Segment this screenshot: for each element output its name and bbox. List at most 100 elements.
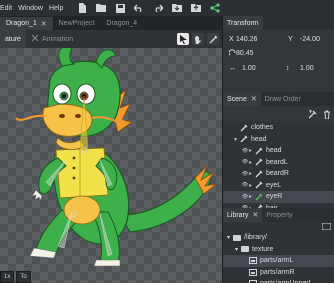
- close-icon[interactable]: ✕: [251, 95, 257, 103]
- scale-y-field[interactable]: 1.00: [294, 65, 334, 72]
- tab-transform[interactable]: Transform: [223, 16, 263, 30]
- doc-tab-newproject[interactable]: NewProject: [53, 17, 101, 30]
- bone-icon: [255, 181, 263, 189]
- mode-bar: ature Animation: [0, 30, 222, 48]
- export-icon[interactable]: [191, 3, 202, 13]
- stage-canvas[interactable]: 1x To: [0, 48, 222, 283]
- menu-edit[interactable]: Edit: [0, 5, 18, 12]
- doc-tab-label: Dragon_1: [6, 20, 37, 27]
- import-icon[interactable]: [172, 3, 183, 13]
- rotation-row: 80.45: [223, 46, 334, 60]
- delete-icon[interactable]: [323, 110, 331, 121]
- tab-draw-order[interactable]: Draw Order: [261, 92, 305, 106]
- rotation-icon: [223, 48, 236, 58]
- tab-label: Property: [266, 211, 293, 219]
- share-icon[interactable]: [210, 3, 220, 13]
- zoom-button[interactable]: 1x: [0, 271, 15, 283]
- add-bone-icon[interactable]: [308, 110, 317, 121]
- bone-icon: [255, 193, 263, 201]
- bone-icon: [240, 124, 248, 132]
- tab-property[interactable]: Property: [262, 208, 296, 222]
- scene-item-label: head: [266, 147, 282, 155]
- visibility-icon[interactable]: 👁: [241, 148, 249, 154]
- tab-armature[interactable]: ature: [0, 30, 26, 48]
- visibility-icon[interactable]: 👁: [241, 182, 249, 188]
- library-item-label: /library/: [244, 234, 267, 242]
- library-panel: Library ✕ Property ▾/library/▾ texture par…: [222, 208, 334, 283]
- library-item[interactable]: parts/armUpperL: [223, 278, 334, 283]
- tab-animation[interactable]: Animation: [26, 30, 78, 48]
- scene-item-label: eyeL: [266, 181, 282, 189]
- close-icon[interactable]: ✕: [41, 20, 47, 28]
- x-label: X: [229, 35, 234, 43]
- library-item[interactable]: ▾ texture: [223, 244, 334, 256]
- doc-tab-dragon-4[interactable]: Dragon_4: [100, 17, 143, 30]
- undo-icon[interactable]: [134, 3, 144, 13]
- image-icon: [249, 257, 257, 265]
- doc-tab-dragon-1[interactable]: Dragon_1 ✕: [0, 17, 53, 30]
- library-tree: ▾/library/▾textureparts/armL parts/armR pa…: [223, 232, 334, 283]
- library-item-label: parts/armR: [260, 268, 295, 276]
- scene-item-eyel[interactable]: 👁 ▸ eyeL: [223, 180, 334, 192]
- select-tool-icon[interactable]: [177, 33, 189, 45]
- rotation-field[interactable]: 80.45: [236, 50, 276, 57]
- create-bone-tool-icon[interactable]: [207, 33, 219, 45]
- scene-header: Scene ✕ Draw Order: [223, 92, 334, 106]
- tab-label: Transform: [227, 19, 259, 27]
- tab-label: Library: [227, 211, 249, 219]
- scale-x-field[interactable]: 1.00: [236, 65, 276, 72]
- library-item[interactable]: ▾/library/: [223, 232, 334, 244]
- tab-label: Draw Order: [264, 95, 301, 103]
- scene-item-label: clothes: [251, 124, 274, 132]
- y-label: Y: [288, 35, 293, 43]
- y-value-field[interactable]: -24.00: [294, 36, 334, 43]
- animation-icon: [31, 34, 39, 44]
- library-toolbar: [223, 222, 334, 231]
- to-label: To: [20, 274, 27, 280]
- tab-scene[interactable]: Scene ✕: [223, 92, 261, 106]
- scene-item-label: head: [251, 135, 267, 143]
- close-icon[interactable]: ✕: [252, 211, 258, 219]
- image-icon: [249, 268, 257, 276]
- visibility-icon[interactable]: 👁: [241, 194, 249, 200]
- menu-help[interactable]: Help: [49, 5, 69, 12]
- x-value-field[interactable]: 140.26: [236, 36, 276, 43]
- tab-library[interactable]: Library ✕: [223, 208, 263, 222]
- save-icon[interactable]: [115, 3, 125, 13]
- scene-item-label: eyeR: [266, 193, 283, 201]
- dragon-character: [15, 48, 218, 267]
- canvas-tools: [177, 33, 219, 45]
- scene-item-beardr[interactable]: 👁 ▸ beardR: [223, 168, 334, 180]
- document-tabs: Dragon_1 ✕ NewProject Dragon_4: [0, 16, 222, 30]
- scene-item-beardl[interactable]: 👁 ▸ beardL: [223, 157, 334, 169]
- scene-tree: clothes ▾ head 👁 ▸ head 👁 ▸ beardL 👁 ▸ beardR 👁 ▸ eyeL…: [223, 122, 334, 214]
- visibility-icon[interactable]: 👁: [241, 171, 249, 177]
- new-file-icon[interactable]: [77, 3, 87, 13]
- visibility-icon[interactable]: 👁: [241, 159, 249, 165]
- scene-item-clothes[interactable]: clothes: [223, 122, 334, 134]
- menu-window[interactable]: Window: [18, 5, 49, 12]
- tab-label: ature: [5, 35, 21, 43]
- library-item[interactable]: parts/armR: [223, 267, 334, 279]
- hand-tool-icon[interactable]: [192, 33, 204, 45]
- bone-icon: [255, 170, 263, 178]
- transform-header: Transform: [223, 16, 334, 30]
- scene-item-head[interactable]: 👁 ▸ head: [223, 145, 334, 157]
- position-row: X 140.26 Y -24.00: [223, 32, 334, 46]
- import-asset-icon[interactable]: [321, 222, 332, 232]
- scene-item-label: beardR: [266, 170, 289, 178]
- scene-item-head[interactable]: ▾ head: [223, 134, 334, 146]
- scene-item-eyer[interactable]: 👁 ▸ eyeR: [223, 191, 334, 203]
- library-item-label: parts/armL: [260, 257, 294, 265]
- library-item[interactable]: parts/armL: [223, 255, 334, 267]
- folder-icon: [233, 234, 241, 241]
- scale-vertical-icon: ↕: [286, 64, 290, 72]
- open-folder-icon[interactable]: [96, 3, 107, 13]
- to-button[interactable]: To: [16, 271, 31, 283]
- transform-panel: Transform X 140.26 Y -24.00 80.45 ↔ 1.00…: [222, 16, 334, 92]
- scene-toolbar: [223, 106, 334, 122]
- redo-icon[interactable]: [153, 3, 164, 13]
- scale-row: ↔ 1.00 ↕ 1.00: [223, 61, 334, 75]
- folder-icon: [241, 246, 249, 253]
- tab-label: Animation: [41, 35, 74, 43]
